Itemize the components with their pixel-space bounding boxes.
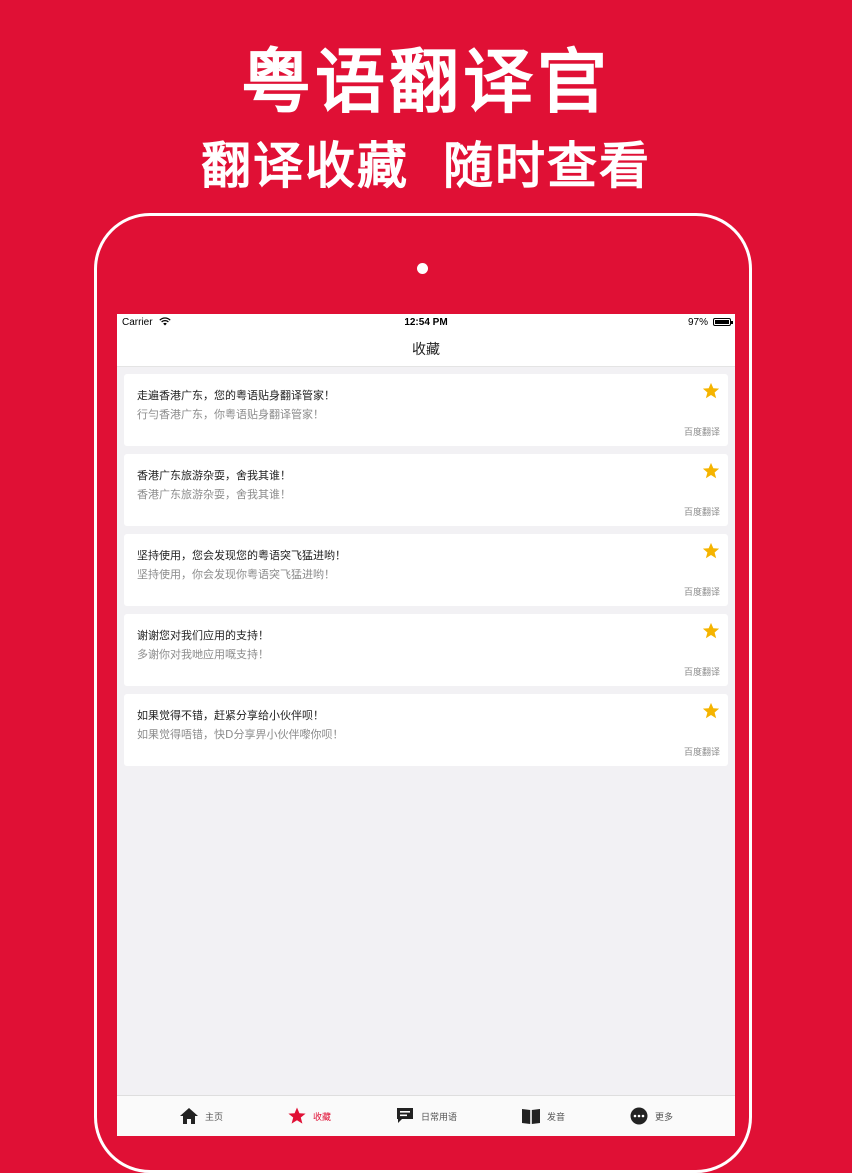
book-icon xyxy=(522,1109,540,1124)
favorite-star-icon[interactable] xyxy=(702,702,720,720)
source-text: 香港广东旅游杂耍，舍我其谁！ xyxy=(137,469,291,482)
favorite-star-icon[interactable] xyxy=(702,542,720,560)
tab-pronunciation[interactable]: 发音 xyxy=(521,1106,565,1126)
translated-text: 行勻香港广东，你粤语贴身翻译管家！ xyxy=(137,408,324,421)
clock: 12:54 PM xyxy=(404,317,448,328)
tab-favorites[interactable]: 收藏 xyxy=(287,1106,331,1126)
promo-title: 粤语翻译官 xyxy=(241,41,611,123)
star-icon xyxy=(288,1107,306,1124)
engine-label: 百度翻译 xyxy=(683,668,720,678)
promo-subtitle-right: 随时查看 xyxy=(443,137,651,195)
chat-icon xyxy=(397,1108,413,1123)
favorite-card[interactable]: 香港广东旅游杂耍，舍我其谁！ 香港广东旅游杂耍，舍我其谁！ 百度翻译 xyxy=(124,454,728,526)
source-text: 如果觉得不错，赶紧分享给小伙伴呗！ xyxy=(137,709,324,722)
tab-label: 收藏 xyxy=(313,1112,332,1123)
status-bar: Carrier 12:54 PM 97% xyxy=(117,314,735,331)
engine-label: 百度翻译 xyxy=(683,428,720,438)
tab-home[interactable]: 主页 xyxy=(179,1106,223,1126)
translated-text: 多谢你对我哋应用嘅支持！ xyxy=(137,648,269,661)
favorite-star-icon[interactable] xyxy=(702,622,720,640)
tab-bar: 主页 收藏 日常用语 发音 更多 xyxy=(117,1095,735,1136)
battery-icon xyxy=(713,318,733,326)
engine-label: 百度翻译 xyxy=(683,748,720,758)
favorite-card[interactable]: 坚持使用，您会发现您的粤语突飞猛进哟！ 坚持使用，你会发现你粤语突飞猛进哟！ 百度翻… xyxy=(124,534,728,606)
tab-more[interactable]: 更多 xyxy=(629,1106,673,1126)
promo-subtitle: 翻译收藏 随时查看 xyxy=(0,126,852,198)
tab-phrases[interactable]: 日常用语 xyxy=(395,1106,457,1126)
promo-subtitle-left: 翻译收藏 xyxy=(201,137,409,195)
translated-text: 坚持使用，你会发现你粤语突飞猛进哟！ xyxy=(137,568,335,581)
app-screen: Carrier 12:54 PM 97% 收藏 走遍香港广东，您的粤语贴身翻译管… xyxy=(117,314,735,1136)
nav-bar: 收藏 xyxy=(117,331,735,367)
favorite-card[interactable]: 走遍香港广东，您的粤语贴身翻译管家！ 行勻香港广东，你粤语贴身翻译管家！ 百度翻译 xyxy=(124,374,728,446)
camera-dot xyxy=(417,263,428,274)
favorite-card[interactable]: 谢谢您对我们应用的支持！ 多谢你对我哋应用嘅支持！ 百度翻译 xyxy=(124,614,728,686)
engine-label: 百度翻译 xyxy=(683,588,720,598)
tab-label: 主页 xyxy=(205,1112,224,1123)
favorites-list: 走遍香港广东，您的粤语贴身翻译管家！ 行勻香港广东，你粤语贴身翻译管家！ 百度翻译香… xyxy=(124,374,728,774)
translated-text: 如果觉得唔错，快D分享畀小伙伴嚟你呗！ xyxy=(137,728,344,741)
tab-label: 日常用语 xyxy=(421,1112,458,1123)
source-text: 坚持使用，您会发现您的粤语突飞猛进哟！ xyxy=(137,549,346,562)
engine-label: 百度翻译 xyxy=(683,508,720,518)
more-icon xyxy=(630,1107,648,1125)
tab-label: 发音 xyxy=(547,1112,566,1123)
battery-percent: 97% xyxy=(687,317,708,328)
favorite-star-icon[interactable] xyxy=(702,462,720,480)
translated-text: 香港广东旅游杂耍，舍我其谁！ xyxy=(137,488,291,501)
tab-label: 更多 xyxy=(655,1112,674,1123)
source-text: 谢谢您对我们应用的支持！ xyxy=(137,629,269,642)
page-title: 收藏 xyxy=(412,342,440,358)
source-text: 走遍香港广东，您的粤语贴身翻译管家！ xyxy=(137,389,335,402)
favorite-card[interactable]: 如果觉得不错，赶紧分享给小伙伴呗！ 如果觉得唔错，快D分享畀小伙伴嚟你呗！ 百度翻译 xyxy=(124,694,728,766)
favorite-star-icon[interactable] xyxy=(702,382,720,400)
home-icon xyxy=(180,1108,198,1124)
